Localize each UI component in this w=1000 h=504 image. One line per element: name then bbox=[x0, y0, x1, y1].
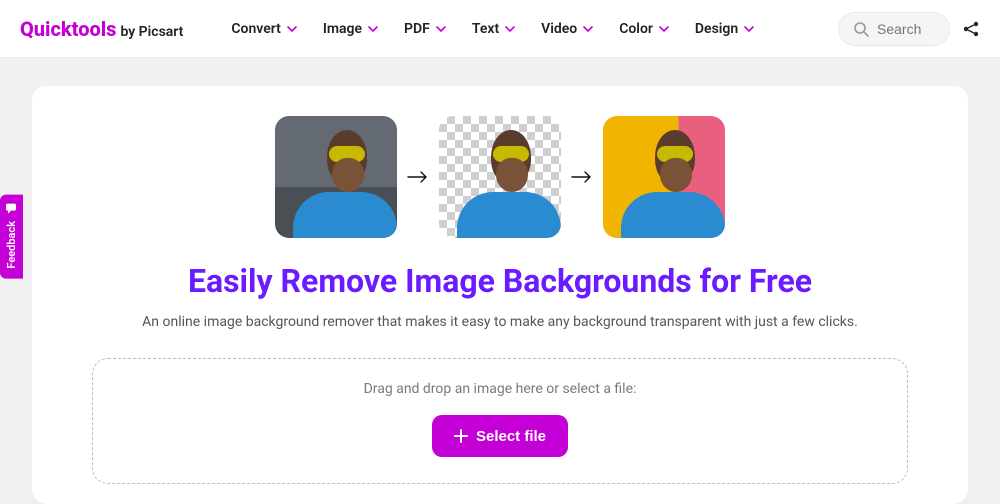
select-file-label: Select file bbox=[476, 428, 546, 445]
plus-icon bbox=[454, 429, 468, 443]
brand[interactable]: Quicktools by Picsart bbox=[20, 17, 183, 41]
search-icon bbox=[853, 21, 869, 37]
nav-label: Video bbox=[541, 21, 577, 37]
brand-name: Quicktools bbox=[20, 17, 116, 41]
select-file-button[interactable]: Select file bbox=[432, 415, 568, 457]
nav-item-convert[interactable]: Convert bbox=[231, 21, 296, 37]
chat-icon bbox=[6, 203, 18, 215]
nav-label: Convert bbox=[231, 21, 280, 37]
chevron-down-icon bbox=[287, 24, 297, 34]
search-input[interactable] bbox=[877, 21, 935, 37]
chevron-down-icon bbox=[436, 24, 446, 34]
demo-thumbnails bbox=[92, 116, 908, 238]
dropzone-prompt: Drag and drop an image here or select a … bbox=[103, 381, 897, 397]
chevron-down-icon bbox=[744, 24, 754, 34]
search-box[interactable] bbox=[838, 12, 950, 46]
arrow-right-icon bbox=[407, 170, 429, 184]
nav-label: Text bbox=[472, 21, 499, 37]
feedback-tab[interactable]: Feedback bbox=[0, 195, 23, 279]
hero-subtitle: An online image background remover that … bbox=[92, 314, 908, 330]
file-dropzone[interactable]: Drag and drop an image here or select a … bbox=[92, 358, 908, 484]
demo-thumb-original bbox=[275, 116, 397, 238]
demo-thumb-newbg bbox=[603, 116, 725, 238]
nav-label: Design bbox=[695, 21, 738, 37]
nav-label: Image bbox=[323, 21, 362, 37]
nav-item-video[interactable]: Video bbox=[541, 21, 593, 37]
feedback-label: Feedback bbox=[5, 221, 18, 269]
header-right bbox=[838, 12, 980, 46]
nav-item-color[interactable]: Color bbox=[619, 21, 669, 37]
main-nav: Convert Image PDF Text Video Color Desig… bbox=[231, 21, 754, 37]
nav-label: PDF bbox=[404, 21, 430, 37]
nav-item-text[interactable]: Text bbox=[472, 21, 515, 37]
brand-byline: by Picsart bbox=[120, 24, 183, 40]
hero-card: Easily Remove Image Backgrounds for Free… bbox=[32, 86, 968, 504]
nav-item-design[interactable]: Design bbox=[695, 21, 754, 37]
chevron-down-icon bbox=[583, 24, 593, 34]
chevron-down-icon bbox=[368, 24, 378, 34]
arrow-right-icon bbox=[571, 170, 593, 184]
chevron-down-icon bbox=[505, 24, 515, 34]
nav-item-pdf[interactable]: PDF bbox=[404, 21, 446, 37]
nav-item-image[interactable]: Image bbox=[323, 21, 378, 37]
header: Quicktools by Picsart Convert Image PDF … bbox=[0, 0, 1000, 58]
hero-title: Easily Remove Image Backgrounds for Free bbox=[92, 262, 908, 300]
nav-label: Color bbox=[619, 21, 653, 37]
page: Easily Remove Image Backgrounds for Free… bbox=[0, 58, 1000, 504]
demo-thumb-transparent bbox=[439, 116, 561, 238]
share-icon[interactable] bbox=[962, 20, 980, 38]
chevron-down-icon bbox=[659, 24, 669, 34]
